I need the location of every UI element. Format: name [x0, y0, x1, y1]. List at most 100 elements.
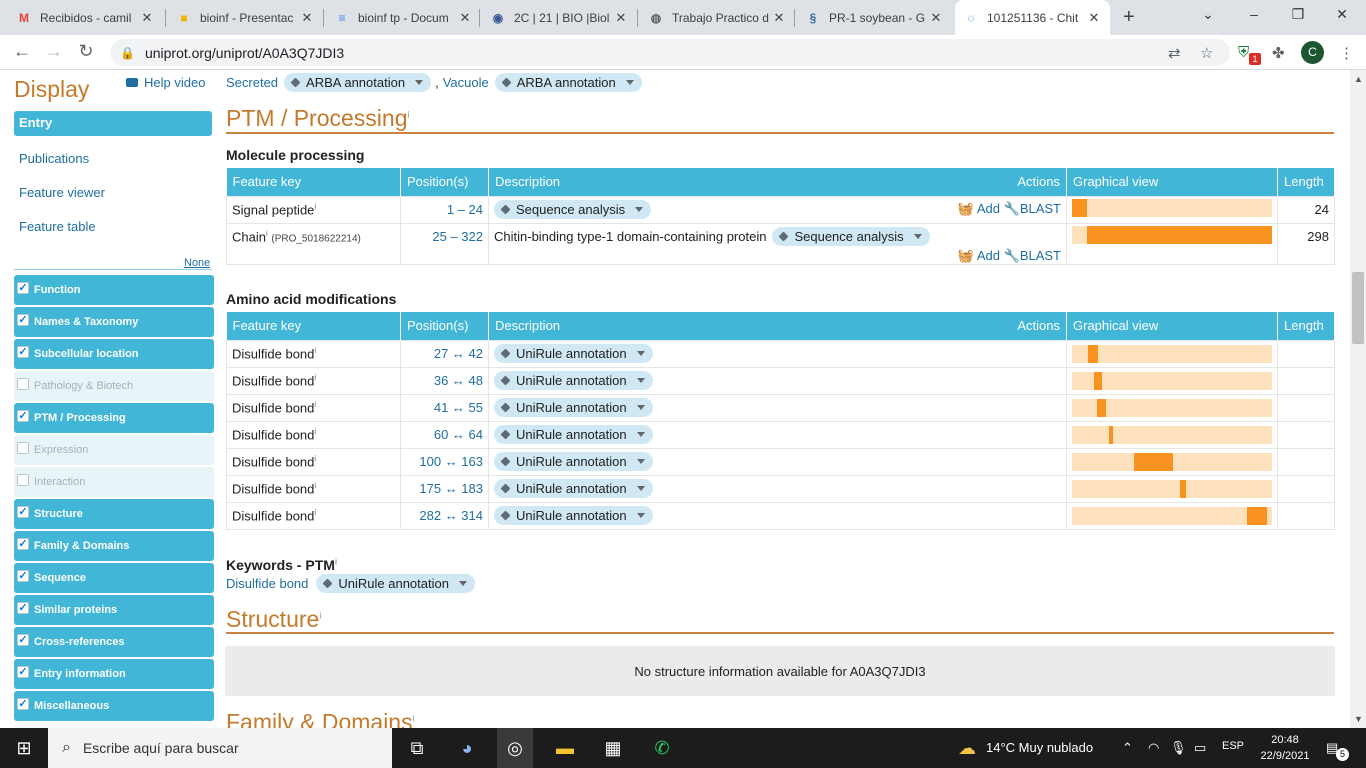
checkbox-checked-icon[interactable]: ✓	[17, 698, 29, 710]
column-header[interactable]: Position(s)	[400, 312, 489, 340]
url-text[interactable]: uniprot.org/uniprot/A0A3Q7JDI3	[145, 45, 344, 61]
wrench-icon[interactable]: 🔧	[1004, 248, 1020, 263]
scroll-up-arrow-icon[interactable]: ▲	[1354, 74, 1363, 84]
location-vacuole-link[interactable]: Vacuole	[443, 75, 489, 90]
browser-tab[interactable]: M Recibidos - camil ✕	[8, 0, 163, 35]
info-icon[interactable]: i	[314, 481, 316, 490]
info-icon[interactable]: i	[319, 610, 321, 620]
info-icon[interactable]: i	[314, 400, 316, 409]
sidebar-section-toggle[interactable]: Expression	[14, 435, 214, 465]
position-link[interactable]: 1 – 24	[400, 195, 489, 224]
sidebar-section-toggle[interactable]: ✓ Similar proteins	[14, 595, 214, 625]
sidebar-section-toggle[interactable]: ✓ Miscellaneous	[14, 691, 214, 721]
column-header[interactable]: Feature key	[226, 168, 401, 196]
add-button[interactable]: Add	[977, 201, 1000, 216]
sidebar-section-toggle[interactable]: ✓ Names & Taxonomy	[14, 307, 214, 337]
bookmark-star-icon[interactable]: ☆	[1200, 44, 1213, 62]
scroll-down-arrow-icon[interactable]: ▼	[1354, 714, 1363, 724]
address-bar[interactable]: 🔒 uniprot.org/uniprot/A0A3Q7JDI3	[110, 39, 1230, 66]
feature-segment[interactable]	[1093, 371, 1102, 390]
info-icon[interactable]: i	[335, 557, 337, 566]
position-link[interactable]: 175 ↔ 183	[400, 474, 489, 503]
back-icon[interactable]: ←	[10, 41, 34, 62]
position-link[interactable]: 60 ↔ 64	[400, 420, 489, 449]
basket-icon[interactable]: 🧺	[958, 201, 974, 216]
checkbox-checked-icon[interactable]: ✓	[17, 634, 29, 646]
feature-segment[interactable]	[1180, 479, 1186, 498]
evidence-pill[interactable]: UniRule annotation	[494, 371, 653, 390]
close-tab-icon[interactable]: ✕	[613, 10, 629, 26]
store-icon[interactable]: ▦	[601, 736, 625, 760]
column-header[interactable]: Graphical view	[1066, 312, 1278, 340]
language-indicator[interactable]: ESP	[1222, 740, 1244, 752]
column-header[interactable]: Description Actions	[488, 312, 1067, 340]
blast-button[interactable]: BLAST	[1020, 201, 1061, 216]
sidebar-section-toggle[interactable]: Interaction	[14, 467, 214, 497]
extensions-puzzle-icon[interactable]: ✤	[1272, 44, 1285, 62]
sidebar-section-toggle[interactable]: Pathology & Biotech	[14, 371, 214, 401]
weather-text[interactable]: 14°C Muy nublado	[986, 740, 1093, 755]
evidence-pill[interactable]: UniRule annotation	[494, 398, 653, 417]
scrollbar-thumb[interactable]	[1352, 272, 1364, 344]
checkbox-checked-icon[interactable]: ✓	[17, 538, 29, 550]
info-icon[interactable]: i	[314, 346, 316, 355]
info-icon[interactable]: i	[314, 373, 316, 382]
browser-tab[interactable]: ◉ 2C | 21 | BIO |Biol ✕	[482, 0, 637, 35]
evidence-pill[interactable]: UniRule annotation	[316, 574, 475, 593]
info-icon[interactable]: i	[314, 454, 316, 463]
evidence-pill[interactable]: UniRule annotation	[494, 425, 653, 444]
checkbox-checked-icon[interactable]: ✓	[17, 506, 29, 518]
sidebar-link-feature-viewer[interactable]: Feature viewer	[19, 185, 105, 200]
close-tab-icon[interactable]: ✕	[928, 10, 944, 26]
feature-segment[interactable]	[1246, 506, 1267, 525]
sidebar-section-toggle[interactable]: ✓ Function	[14, 275, 214, 305]
discord-icon[interactable]: ◕	[455, 736, 479, 760]
forward-icon[interactable]: →	[42, 41, 66, 62]
browser-tab[interactable]: ≡ bioinf tp - Docum ✕	[326, 0, 481, 35]
wrench-icon[interactable]: 🔧	[1004, 201, 1020, 216]
windows-start-icon[interactable]: ⊞	[12, 736, 36, 760]
checkbox-checked-icon[interactable]: ✓	[17, 346, 29, 358]
feature-segment[interactable]	[1088, 344, 1098, 363]
page-scrollbar[interactable]	[1350, 70, 1366, 728]
evidence-pill[interactable]: Sequence analysis	[772, 226, 930, 246]
chrome-icon[interactable]: ◎	[497, 728, 533, 768]
checkbox-unchecked-icon[interactable]	[17, 378, 29, 390]
tray-chevron-icon[interactable]: ⌃	[1122, 740, 1133, 756]
blast-button[interactable]: BLAST	[1020, 248, 1061, 263]
info-icon[interactable]: i	[314, 508, 316, 517]
keyword-disulfide-bond-link[interactable]: Disulfide bond	[226, 576, 308, 591]
column-header[interactable]: Feature key	[226, 312, 401, 340]
evidence-pill[interactable]: Sequence analysis	[494, 199, 652, 219]
info-icon[interactable]: i	[314, 427, 316, 436]
graphical-view-bar[interactable]	[1072, 452, 1272, 471]
close-tab-icon[interactable]: ✕	[457, 10, 473, 26]
select-none-link[interactable]: None	[184, 257, 210, 269]
graphical-view-bar[interactable]	[1072, 371, 1272, 390]
info-icon[interactable]: i	[266, 229, 268, 238]
minimize-icon[interactable]: –	[1234, 6, 1274, 22]
position-link[interactable]: 41 ↔ 55	[400, 393, 489, 422]
shield-extension-icon[interactable]: ⛨	[1238, 44, 1249, 61]
clock[interactable]: 20:48 22/9/2021	[1255, 732, 1315, 764]
sidebar-link-feature-table[interactable]: Feature table	[19, 219, 96, 234]
position-link[interactable]: 100 ↔ 163	[400, 447, 489, 476]
position-link[interactable]: 27 ↔ 42	[400, 339, 489, 368]
tab-search-icon[interactable]: ⌄	[1188, 6, 1228, 23]
microphone-icon[interactable]: 🎙	[1170, 740, 1187, 756]
evidence-pill[interactable]: ARBA annotation	[284, 73, 432, 92]
feature-segment[interactable]	[1086, 225, 1272, 244]
graphical-view-bar[interactable]	[1072, 198, 1272, 217]
basket-icon[interactable]: 🧺	[958, 248, 974, 263]
sidebar-section-toggle[interactable]: ✓ Entry information	[14, 659, 214, 689]
close-tab-icon[interactable]: ✕	[139, 10, 155, 26]
browser-tab[interactable]: ■ bioinf - Presentac ✕	[168, 0, 323, 35]
checkbox-unchecked-icon[interactable]	[17, 474, 29, 486]
feature-segment[interactable]	[1072, 198, 1087, 217]
checkbox-checked-icon[interactable]: ✓	[17, 282, 29, 294]
close-tab-icon[interactable]: ✕	[299, 10, 315, 26]
menu-kebab-icon[interactable]: ⋮	[1339, 44, 1354, 62]
evidence-pill[interactable]: ARBA annotation	[494, 73, 642, 92]
checkbox-checked-icon[interactable]: ✓	[17, 410, 29, 422]
sidebar-link-publications[interactable]: Publications	[19, 151, 89, 166]
